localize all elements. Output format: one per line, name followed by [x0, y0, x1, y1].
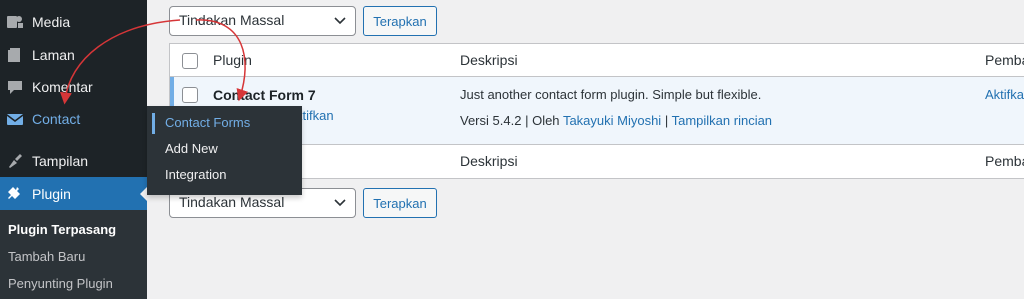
apply-button-bottom[interactable]: Terapkan [363, 188, 437, 218]
chevron-down-icon [333, 14, 347, 31]
flyout-current-indicator [152, 113, 155, 134]
menu-label-media: Media [32, 14, 71, 30]
chevron-down-icon [333, 196, 347, 213]
plugins-submenu: Plugin Terpasang Tambah Baru Penyunting … [0, 210, 147, 299]
meta-separator: | [525, 113, 529, 128]
column-header-updates: Pemba [985, 52, 1024, 68]
submenu-installed-plugins[interactable]: Plugin Terpasang [8, 222, 116, 237]
submenu-plugin-editor[interactable]: Penyunting Plugin [8, 276, 113, 291]
apply-button-top[interactable]: Terapkan [363, 6, 437, 36]
flyout-contact-forms[interactable]: Contact Forms [165, 115, 250, 130]
footer-column-description: Deskripsi [460, 153, 518, 169]
menu-label-pages: Laman [32, 47, 75, 63]
menu-item-contact[interactable]: Contact [0, 102, 147, 136]
plugin-description: Just another contact form plugin. Simple… [460, 87, 762, 102]
menu-item-plugins[interactable]: Plugin [0, 177, 148, 211]
column-header-plugin[interactable]: Plugin [213, 52, 252, 68]
bulk-actions-select-top[interactable]: Tindakan Massal [169, 6, 356, 36]
activate-link[interactable]: Aktifka [985, 87, 1024, 102]
view-details-link[interactable]: Tampilkan rincian [672, 113, 772, 128]
plugin-by: Oleh [532, 113, 560, 128]
footer-column-updates: Pemba [985, 153, 1024, 169]
plugin-version: Versi 5.4.2 [460, 113, 522, 128]
menu-item-comments[interactable]: Komentar [0, 70, 147, 104]
select-all-checkbox[interactable] [182, 53, 198, 69]
contact-flyout-menu: Contact Forms Add New Integration [147, 106, 302, 195]
plugin-author-link[interactable]: Takayuki Miyoshi [563, 113, 661, 128]
meta-separator: | [664, 113, 669, 128]
flyout-add-new[interactable]: Add New [165, 141, 218, 156]
pages-icon [6, 46, 24, 64]
mail-icon [6, 110, 24, 128]
menu-label-appearance: Tampilan [32, 153, 89, 169]
media-icon [6, 13, 24, 31]
bulk-actions-value-top: Tindakan Massal [179, 12, 285, 28]
plugin-name: Contact Form 7 [213, 87, 316, 103]
flyout-integration[interactable]: Integration [165, 167, 226, 182]
bulk-actions-value-bottom: Tindakan Massal [179, 194, 285, 210]
menu-item-pages[interactable]: Laman [0, 38, 147, 72]
table-header-row: Plugin Deskripsi Pemba [170, 44, 1024, 77]
admin-sidebar: Media Laman Komentar Contact Tampilan Pl… [0, 0, 148, 299]
plugin-meta: Versi 5.4.2 | Oleh Takayuki Miyoshi | Ta… [460, 113, 772, 128]
menu-label-comments: Komentar [32, 79, 93, 95]
menu-label-contact: Contact [32, 111, 81, 127]
plugins-icon [6, 185, 24, 203]
menu-item-media[interactable]: Media [0, 5, 147, 39]
row-checkbox[interactable] [182, 87, 198, 103]
comments-icon [6, 78, 24, 96]
appearance-icon [6, 152, 24, 170]
menu-item-appearance[interactable]: Tampilan [0, 144, 147, 178]
submenu-add-new[interactable]: Tambah Baru [8, 249, 85, 264]
menu-label-plugins: Plugin [32, 186, 71, 202]
column-header-description: Deskripsi [460, 52, 518, 68]
